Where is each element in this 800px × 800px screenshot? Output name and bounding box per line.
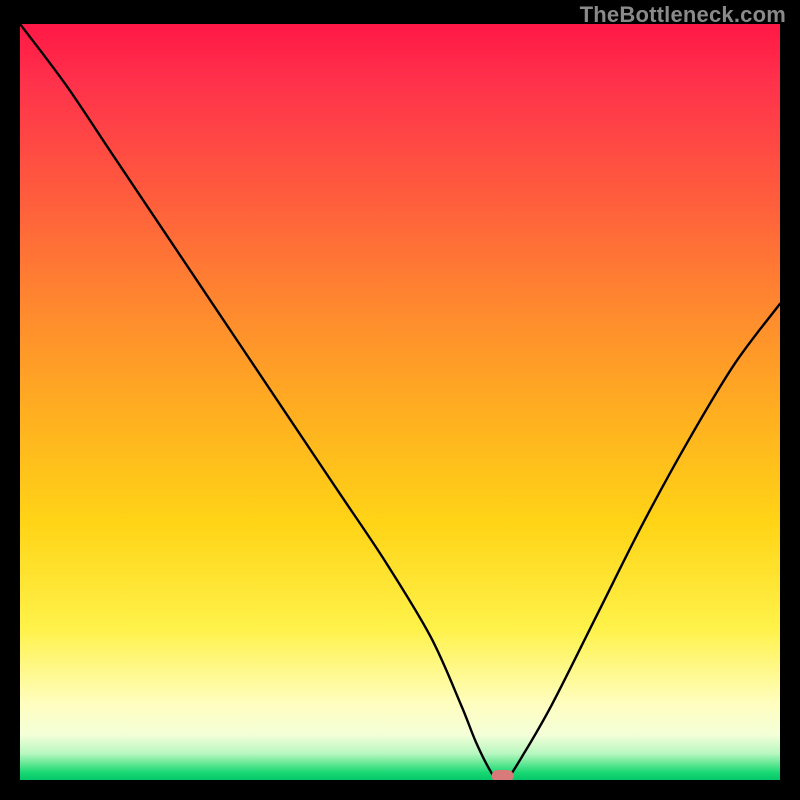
optimal-point-marker <box>492 770 514 780</box>
chart-frame: TheBottleneck.com <box>0 0 800 800</box>
chart-svg <box>20 24 780 780</box>
plot-area <box>20 24 780 780</box>
bottleneck-curve <box>20 24 780 780</box>
